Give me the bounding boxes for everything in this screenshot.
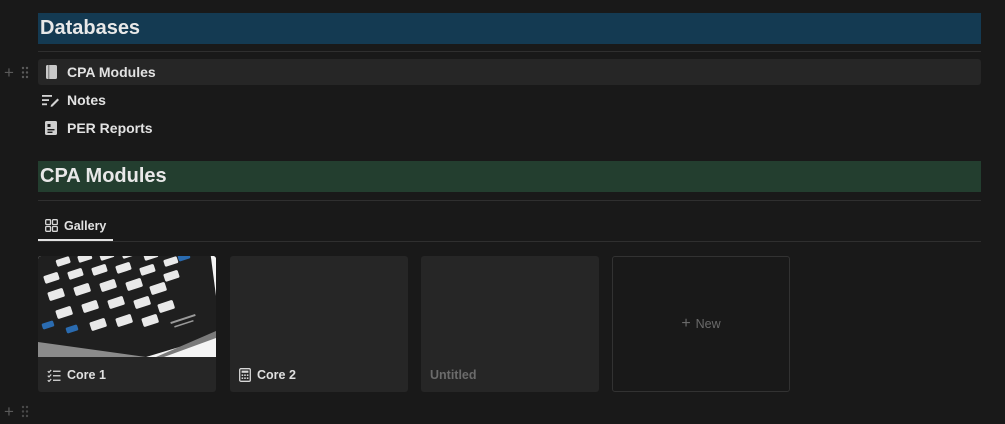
databases-heading-text: Databases	[40, 17, 141, 39]
new-card-label: New	[695, 317, 721, 331]
card-title: Core 1	[47, 366, 106, 384]
cpa-modules-heading: CPA Modules	[38, 161, 981, 192]
add-block-icon[interactable]: +	[3, 64, 15, 81]
tab-gallery-label: Gallery	[64, 218, 107, 233]
gallery-grid-icon	[45, 219, 58, 232]
calculator-photo	[38, 256, 216, 357]
card-title-text: Core 2	[257, 368, 296, 382]
add-block-icon[interactable]: +	[3, 403, 15, 420]
gallery-card-core-2[interactable]: Core 2	[230, 256, 408, 392]
database-link-label: CPA Modules	[67, 64, 156, 80]
drag-handle-icon[interactable]	[21, 66, 29, 79]
gallery-card-untitled[interactable]: Untitled	[421, 256, 599, 392]
database-link-label: Notes	[67, 92, 106, 108]
database-link-notes[interactable]: Notes	[38, 87, 981, 113]
plus-icon: +	[681, 315, 691, 332]
card-title-text: Core 1	[67, 368, 106, 382]
checklist-icon	[47, 369, 61, 382]
new-card-button[interactable]: + New	[612, 256, 790, 392]
divider	[38, 200, 981, 201]
report-icon	[42, 119, 60, 137]
book-icon	[42, 63, 60, 81]
cpa-modules-heading-text: CPA Modules	[40, 165, 167, 187]
notes-pen-icon	[42, 91, 60, 109]
database-link-label: PER Reports	[67, 120, 153, 136]
drag-handle-icon[interactable]	[21, 405, 29, 418]
databases-heading: Databases	[38, 13, 981, 44]
calculator-icon	[239, 368, 251, 382]
card-title: Core 2	[239, 366, 296, 384]
database-link-per-reports[interactable]: PER Reports	[38, 115, 981, 141]
card-title: Untitled	[430, 366, 477, 384]
database-link-cpa-modules[interactable]: CPA Modules	[38, 59, 981, 85]
block-handle[interactable]: +	[3, 403, 29, 420]
tab-divider	[38, 241, 981, 242]
tab-gallery[interactable]: Gallery	[38, 212, 114, 241]
notion-page: Databases + CPA Modules Notes PER Report…	[0, 0, 1005, 424]
gallery-card-core-1[interactable]: Core 1	[38, 256, 216, 392]
divider	[38, 51, 981, 52]
card-title-text: Untitled	[430, 368, 477, 382]
block-handle[interactable]: +	[3, 64, 29, 81]
